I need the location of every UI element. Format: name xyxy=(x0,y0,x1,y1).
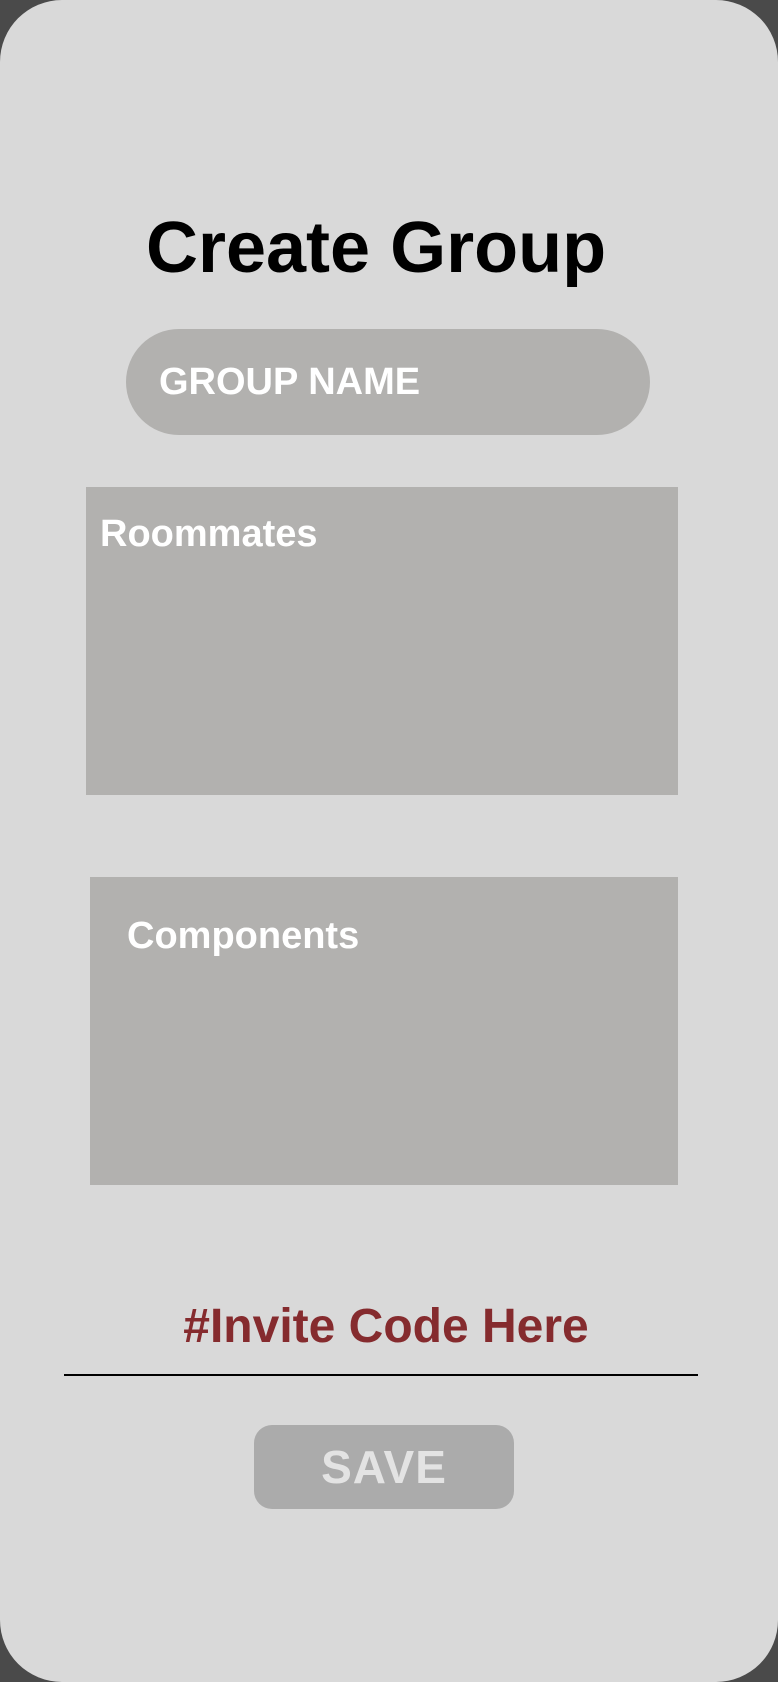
create-group-screen: Create Group GROUP NAME Roommates Compon… xyxy=(0,0,778,1682)
save-button[interactable]: SAVE xyxy=(254,1425,514,1509)
invite-code-text: #Invite Code Here xyxy=(183,1300,589,1353)
components-panel[interactable]: Components xyxy=(90,877,678,1185)
roommates-label: Roommates xyxy=(100,513,318,555)
components-label: Components xyxy=(127,915,360,957)
group-name-placeholder: GROUP NAME xyxy=(159,360,421,403)
divider xyxy=(64,1374,698,1376)
page-title: Create Group xyxy=(145,208,607,288)
group-name-input[interactable]: GROUP NAME xyxy=(126,329,650,435)
roommates-panel[interactable]: Roommates xyxy=(86,487,678,795)
